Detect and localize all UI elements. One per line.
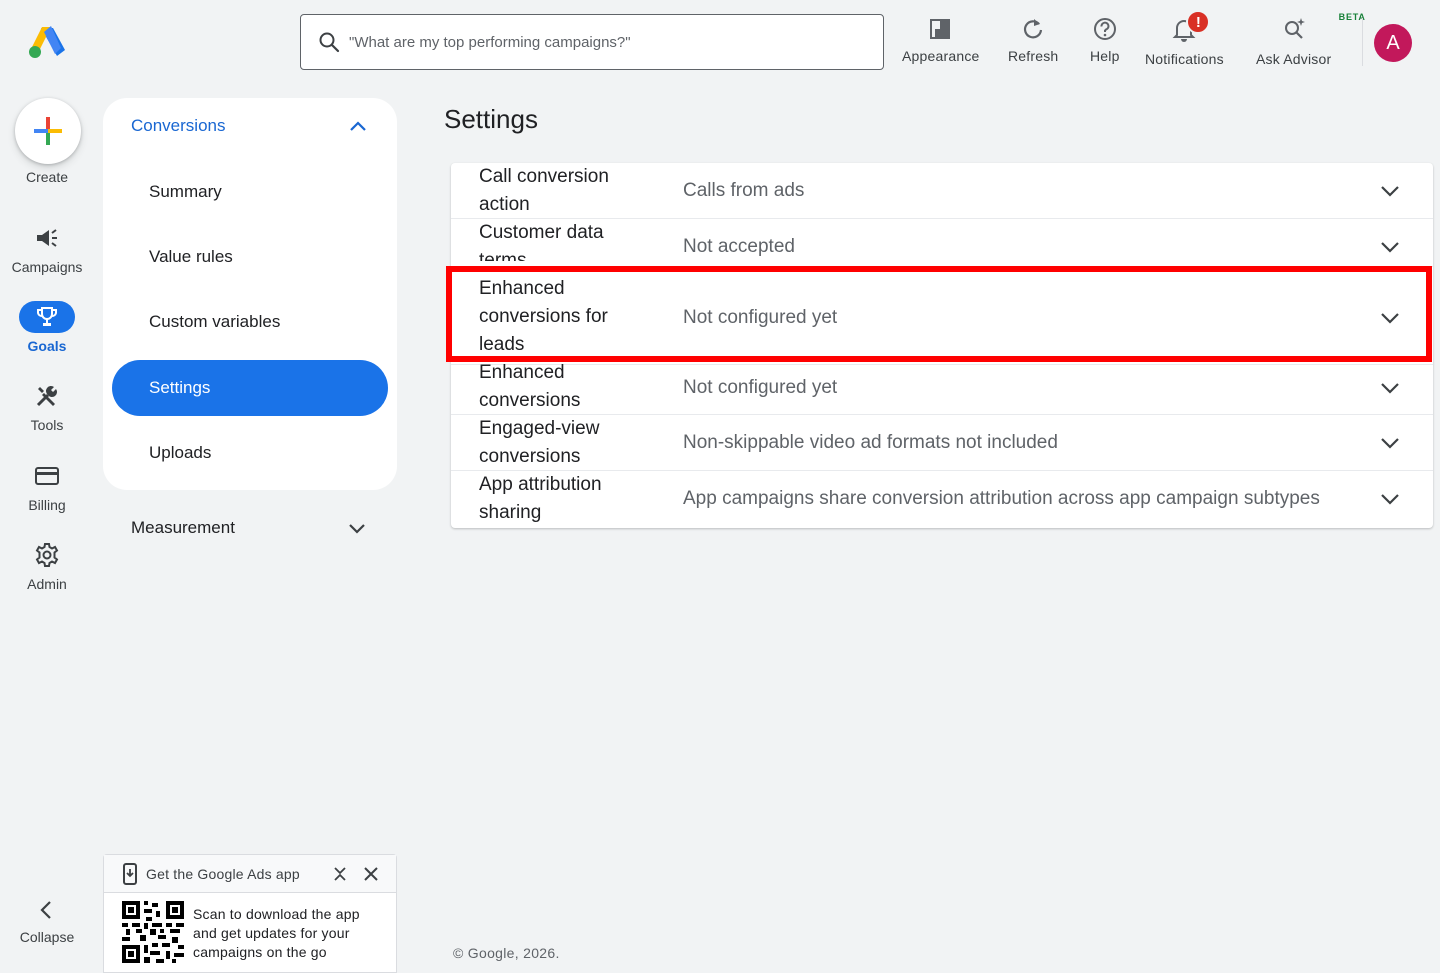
settings-row[interactable]: Enhanced conversions Not configured yet [451, 362, 1433, 415]
chevron-down-icon[interactable] [346, 517, 368, 539]
setting-name: Call conversion action [479, 166, 609, 215]
settings-row[interactable]: App attribution sharing App campaigns sh… [451, 471, 1433, 528]
collapse-label: Collapse [19, 929, 75, 945]
app-promo-header: Get the Google Ads app [104, 855, 396, 893]
rail-item-billing[interactable]: Billing [0, 497, 94, 513]
measurement-section-header[interactable]: Measurement [131, 518, 235, 538]
help-label: Help [1090, 48, 1120, 64]
collapse-arrows-icon[interactable] [331, 865, 349, 883]
app-promo-title: Get the Google Ads app [146, 866, 300, 882]
trophy-icon [37, 307, 57, 326]
tools-icon[interactable] [34, 383, 60, 409]
notifications-button[interactable]: ! Notifications [1145, 10, 1224, 67]
settings-row[interactable]: Engaged-view conversions Non-skippable v… [451, 415, 1433, 471]
create-label: Create [25, 169, 69, 185]
rail-item-campaigns[interactable]: Campaigns [0, 259, 94, 275]
settings-row[interactable]: Customer data terms Not accepted [451, 219, 1433, 267]
chevron-up-icon[interactable] [347, 116, 369, 138]
appearance-icon [929, 19, 950, 39]
app-promo-text: Scan to download the app and get updates… [193, 906, 360, 960]
highlight-box [446, 266, 1432, 362]
megaphone-icon[interactable] [34, 225, 60, 251]
help-icon [1093, 18, 1116, 40]
footer-copyright: © Google, 2026. [453, 945, 560, 961]
nav-item-uploads[interactable]: Uploads [149, 443, 211, 463]
conversions-nav-panel: Conversions Summary Value rules Custom v… [103, 98, 397, 490]
chevron-down-icon[interactable] [1378, 431, 1402, 455]
page-title: Settings [444, 104, 538, 134]
credit-card-icon[interactable] [34, 463, 60, 489]
setting-name: App attribution sharing [479, 474, 602, 523]
chevron-down-icon[interactable] [1378, 179, 1402, 203]
setting-value: App campaigns share conversion attributi… [683, 488, 1320, 509]
app-promo: Get the Google Ads app Scan to download … [103, 854, 397, 973]
close-icon[interactable] [362, 865, 380, 883]
setting-value: Not configured yet [683, 377, 838, 398]
create-button[interactable] [15, 98, 81, 164]
notification-badge: ! [1186, 10, 1211, 34]
appearance-label: Appearance [902, 48, 980, 64]
search-placeholder: "What are my top performing campaigns?" [349, 33, 631, 51]
settings-row[interactable]: Call conversion action Calls from ads [451, 163, 1433, 219]
appearance-button[interactable]: Appearance [902, 16, 980, 64]
header-divider [1362, 18, 1363, 66]
qr-code [122, 901, 184, 963]
collapse-button[interactable]: Collapse [0, 898, 94, 945]
chevron-down-icon[interactable] [1378, 487, 1402, 511]
gear-icon[interactable] [34, 542, 60, 568]
refresh-button[interactable]: Refresh [1008, 16, 1058, 64]
chevron-left-icon [40, 901, 51, 919]
ask-advisor-label: Ask Advisor [1256, 51, 1332, 67]
nav-item-summary[interactable]: Summary [149, 182, 222, 202]
setting-name: Enhanced conversions [479, 362, 581, 411]
search-bar[interactable]: "What are my top performing campaigns?" [300, 14, 884, 70]
chevron-down-icon[interactable] [1378, 376, 1402, 400]
refresh-icon [1024, 19, 1043, 39]
rail-item-goals[interactable]: Goals [0, 338, 94, 354]
notifications-label: Notifications [1145, 51, 1224, 67]
rail-item-admin[interactable]: Admin [0, 576, 94, 592]
nav-item-custom-variables[interactable]: Custom variables [149, 312, 280, 332]
conversions-section-header[interactable]: Conversions [131, 116, 226, 136]
phone-icon [123, 863, 137, 885]
setting-name: Engaged-view conversions [479, 418, 600, 467]
plus-icon [34, 117, 62, 145]
google-ads-logo[interactable] [27, 24, 67, 60]
chevron-down-icon[interactable] [1378, 235, 1402, 259]
setting-value: Non-skippable video ad formats not inclu… [683, 432, 1058, 453]
account-avatar[interactable]: A [1374, 24, 1412, 62]
refresh-label: Refresh [1008, 48, 1059, 64]
nav-item-value-rules[interactable]: Value rules [149, 247, 233, 267]
setting-value: Calls from ads [683, 180, 805, 201]
setting-value: Not accepted [683, 236, 795, 257]
search-icon [319, 32, 340, 53]
setting-name: Customer data terms [479, 222, 604, 261]
rail-goals-pill[interactable] [19, 301, 75, 333]
ask-advisor-button[interactable]: BETA Ask Advisor [1256, 12, 1365, 67]
advisor-icon [1284, 18, 1305, 39]
help-button[interactable]: Help [1090, 16, 1120, 64]
nav-item-settings-label: Settings [149, 378, 211, 397]
rail-item-tools[interactable]: Tools [0, 417, 94, 433]
nav-item-settings[interactable]: Settings [112, 360, 388, 416]
